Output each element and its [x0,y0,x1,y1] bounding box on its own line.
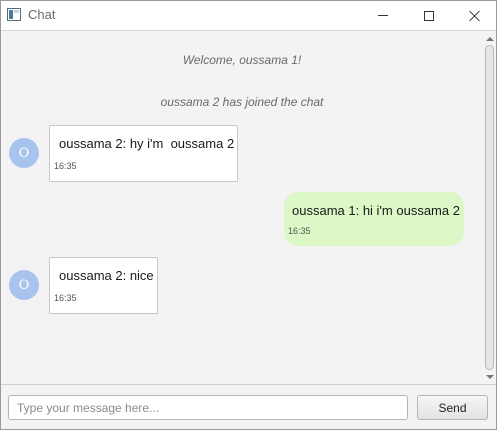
minimize-button[interactable] [360,1,406,30]
chat-window: Chat Welcome, oussama 1! oussama 2 has j… [0,0,497,430]
system-message: oussama 2 has joined the chat [160,95,324,109]
incoming-message-bubble: oussama 2: nice 16:35 [49,257,158,314]
send-button[interactable]: Send [417,395,488,420]
message-text: oussama 2: nice [59,268,154,283]
scrollbar-thumb[interactable] [485,45,494,370]
message-input[interactable] [8,395,408,420]
maximize-button[interactable] [406,1,452,30]
avatar: O [9,138,39,168]
system-message: Welcome, oussama 1! [182,53,302,67]
scroll-up-arrow-icon[interactable] [486,37,494,41]
message-composer: Send [1,385,496,429]
chat-messages-pane[interactable]: Welcome, oussama 1! oussama 2 has joined… [1,31,483,384]
close-icon [469,10,481,22]
vertical-scrollbar[interactable] [483,31,496,384]
window-title: Chat [28,7,56,22]
message-text: oussama 1: hi i'm oussama 2 [292,203,460,218]
message-text: oussama 2: hy i'm oussama 2 [59,136,235,151]
message-timestamp: 16:35 [54,293,77,303]
maximize-icon [424,10,434,21]
scroll-down-arrow-icon[interactable] [486,375,494,379]
minimize-icon [378,15,388,16]
avatar: O [9,270,39,300]
message-timestamp: 16:35 [54,161,77,171]
outgoing-message-bubble: oussama 1: hi i'm oussama 2 16:35 [284,192,464,246]
message-timestamp: 16:35 [288,226,311,236]
close-button[interactable] [452,1,497,30]
incoming-message-bubble: oussama 2: hy i'm oussama 2 16:35 [49,125,238,182]
title-bar[interactable]: Chat [1,1,496,30]
java-app-icon [7,8,21,21]
